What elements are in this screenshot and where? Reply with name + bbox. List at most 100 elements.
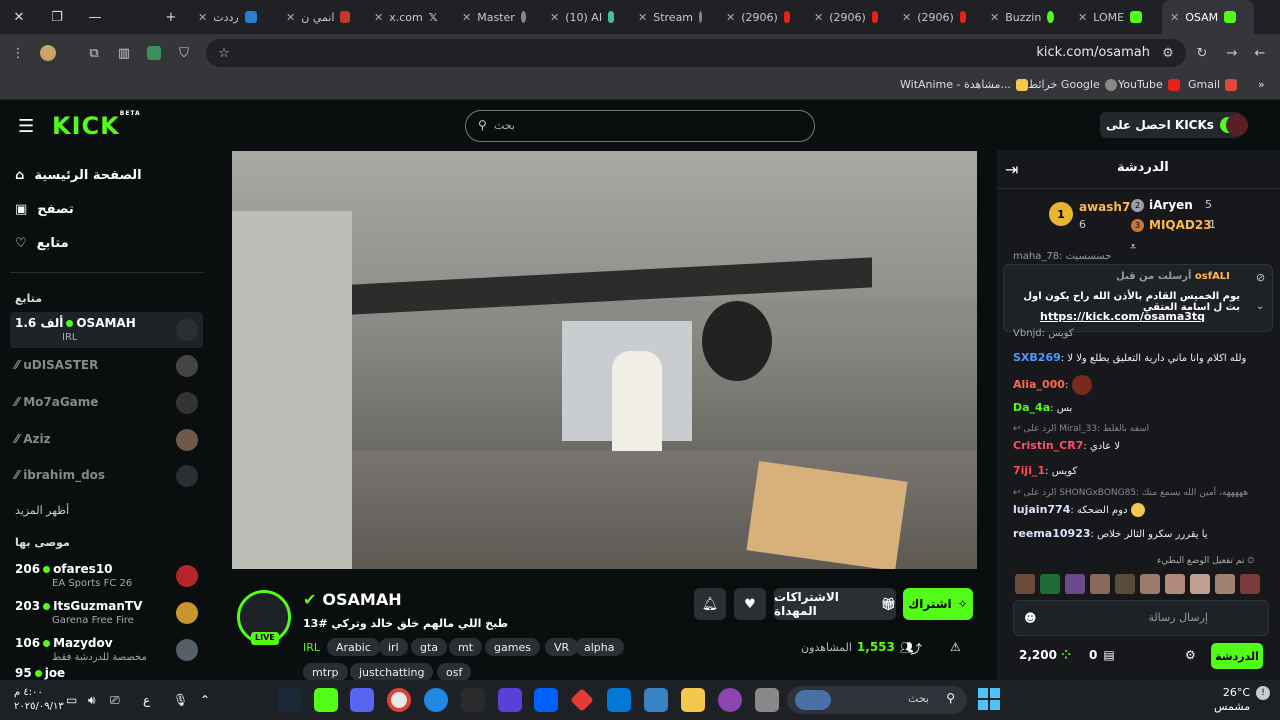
tab-close-icon[interactable]: ✕ [814, 11, 823, 24]
chrome-icon[interactable] [387, 688, 411, 712]
maximize-button[interactable]: ❐ [38, 0, 76, 34]
user-avatar[interactable] [1226, 114, 1248, 136]
leader-name[interactable]: awash7 [1079, 200, 1130, 214]
tag[interactable]: Arabic [327, 638, 380, 656]
channel-name[interactable]: ✔ OSAMAH [303, 590, 402, 609]
shield-icon[interactable]: ⛉ [174, 43, 194, 63]
dropbox-icon[interactable] [534, 688, 558, 712]
tab[interactable]: ✕ (2906) [894, 0, 974, 34]
edge-icon[interactable] [424, 688, 448, 712]
discord-icon[interactable] [350, 688, 374, 712]
tag[interactable]: VR [545, 638, 579, 656]
tab-close-icon[interactable]: ✕ [198, 11, 207, 24]
tag[interactable]: gta [411, 638, 448, 656]
tab-active[interactable]: ✕ OSAM [1162, 0, 1254, 34]
clock[interactable]: ٤:٠٠ م ٢٠٢٥/٠٩/١٣ [14, 686, 64, 714]
collapse-chat-icon[interactable]: ⇥ [1005, 160, 1018, 179]
subscribe-button[interactable]: اشتراك ✧ [903, 588, 973, 620]
follow-heart-button[interactable]: ♥ [734, 588, 766, 620]
copilot-icon[interactable] [718, 688, 742, 712]
notification-icon[interactable]: ! [1256, 686, 1270, 700]
battery-icon[interactable]: ▭ [66, 693, 77, 707]
all-bookmarks-icon[interactable]: » [1258, 78, 1265, 91]
emote-icon[interactable] [1140, 574, 1160, 594]
show-more-link[interactable]: أظهر المزيد [15, 504, 69, 517]
outlook-icon[interactable] [607, 688, 631, 712]
emote-icon[interactable] [1240, 574, 1260, 594]
bookmark-star-icon[interactable]: ☆ [214, 43, 234, 63]
tab[interactable]: ✕ Buzzin [982, 0, 1062, 34]
epic-games-icon[interactable] [461, 688, 485, 712]
emoji-picker-icon[interactable]: ☻ [1024, 611, 1037, 625]
chat-input[interactable]: ☻ إرسال رسالة [1013, 600, 1269, 636]
emote-icon[interactable] [1215, 574, 1235, 594]
app-icon[interactable] [755, 688, 779, 712]
emote-icon[interactable] [1115, 574, 1135, 594]
forward-icon[interactable]: ← [1250, 43, 1270, 63]
kick-logo[interactable]: KICKBETA [52, 110, 141, 140]
tab-close-icon[interactable]: ✕ [990, 11, 999, 24]
tab[interactable]: ✕ Stream [630, 0, 710, 34]
search-input[interactable]: ⚲ بحث [465, 110, 815, 142]
channel-offline[interactable]: ⁄⁄ ibrahim_dos [10, 458, 203, 494]
get-kicks-button[interactable]: احصل على KICKs [1100, 112, 1242, 138]
emote-icon[interactable] [1040, 574, 1060, 594]
close-window-button[interactable]: ✕ [0, 0, 38, 34]
microphone-icon[interactable]: 🎙︎ [173, 693, 188, 707]
notification-bell-icon[interactable]: 🔔︎ [694, 588, 726, 620]
channel-recommended[interactable]: 95 joe [10, 662, 203, 680]
minimize-button[interactable]: — [76, 0, 114, 34]
nav-browse[interactable]: ▣ تصفح [15, 202, 74, 217]
file-explorer-icon[interactable] [681, 688, 705, 712]
send-chat-button[interactable]: الدردشة [1211, 643, 1263, 669]
new-tab-button[interactable]: + [152, 0, 190, 34]
back-icon[interactable]: → [1222, 43, 1242, 63]
tab-close-icon[interactable]: ✕ [1078, 11, 1087, 24]
tab-close-icon[interactable]: ✕ [1170, 11, 1179, 24]
bookmark-gmail[interactable]: Gmail [1188, 78, 1238, 91]
tab[interactable]: ✕ (10) AI [542, 0, 622, 34]
video-player[interactable] [232, 151, 977, 569]
category-link[interactable]: IRL [303, 638, 320, 656]
kick-app-icon[interactable] [314, 688, 338, 712]
report-icon[interactable]: ⚠ [950, 640, 961, 654]
emote-icon[interactable] [1165, 574, 1185, 594]
bookmark-youtube[interactable]: YouTube [1118, 78, 1180, 91]
tab-close-icon[interactable]: ✕ [550, 11, 559, 24]
app-icon[interactable] [498, 688, 522, 712]
menu-dots-icon[interactable]: ⋮ [8, 43, 28, 63]
taskbar-search[interactable]: بحث ⚲ [787, 686, 967, 714]
extension-badge-icon[interactable] [144, 43, 164, 63]
bookmark-maps[interactable]: خرائط Google [1028, 78, 1117, 91]
share-icon[interactable]: ⤴ [910, 640, 922, 657]
nav-following[interactable]: ♡ متابع [15, 236, 69, 251]
chat-settings-icon[interactable]: ⚙ [1185, 648, 1196, 662]
app-icon[interactable] [570, 688, 594, 712]
channel-offline[interactable]: ⁄⁄ Aziz [10, 422, 203, 458]
unpin-icon[interactable]: ⊘ [1256, 271, 1265, 284]
channel-offline[interactable]: ⁄⁄ uDISASTER [10, 348, 203, 384]
tab[interactable]: ✕ (2906) [806, 0, 886, 34]
tag[interactable]: alpha [575, 638, 624, 656]
channel-osamah[interactable]: 1.6 ألف OSAMAH IRL [10, 312, 203, 348]
tab[interactable]: ✕ x.com 𝕏 [366, 0, 446, 34]
leader-name[interactable]: iAryen [1149, 198, 1193, 212]
extension-icon[interactable]: ▥ [114, 43, 134, 63]
store-icon[interactable] [644, 688, 668, 712]
tag[interactable]: irl [379, 638, 408, 656]
tag[interactable]: justchatting [350, 663, 434, 681]
expand-leaderboard-icon[interactable]: ⩡ [1130, 240, 1136, 254]
tab-close-icon[interactable]: ✕ [462, 11, 471, 24]
channel-offline[interactable]: ⁄⁄ Mo7aGame [10, 385, 203, 421]
nav-home[interactable]: ⌂ الصفحة الرئيسية [15, 168, 142, 183]
site-settings-icon[interactable]: ⚙ [1158, 43, 1178, 63]
volume-icon[interactable]: 🔊︎ [88, 693, 96, 708]
tag[interactable]: mtrp [303, 663, 348, 681]
tag[interactable]: games [485, 638, 540, 656]
emote-icon[interactable] [1090, 574, 1110, 594]
tab-close-icon[interactable]: ✕ [374, 11, 383, 24]
tab[interactable]: ✕ LOME [1070, 0, 1158, 34]
chevron-up-icon[interactable]: ⌃ [200, 693, 210, 707]
language-indicator[interactable]: ع [143, 693, 150, 707]
tab[interactable]: ✕ انمي ن [278, 0, 358, 34]
